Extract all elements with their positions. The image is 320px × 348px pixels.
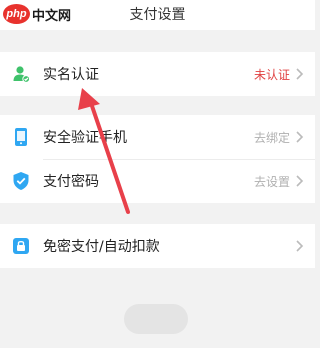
user-verified-icon (11, 64, 31, 84)
chevron-right-icon (295, 238, 305, 254)
row-security-phone[interactable]: 安全验证手机 去绑定 (0, 115, 315, 159)
row-label: 实名认证 (43, 67, 99, 83)
shield-check-icon (11, 171, 31, 191)
row-action-text: 去绑定 (253, 130, 290, 145)
row-label: 安全验证手机 (43, 130, 127, 146)
page-title: 支付设置 (129, 7, 186, 23)
row-password-free-payment[interactable]: 免密支付/自动扣款 (0, 224, 315, 268)
phone-icon (11, 127, 31, 147)
settings-group-identity: 实名认证 未认证 (0, 52, 315, 96)
row-action-text: 去设置 (253, 174, 290, 189)
row-label: 免密支付/自动扣款 (43, 239, 160, 255)
chevron-right-icon (295, 129, 305, 145)
chevron-right-icon (295, 66, 305, 82)
row-label: 支付密码 (43, 174, 99, 190)
bottom-action-button[interactable] (124, 304, 188, 334)
row-real-name-verification[interactable]: 实名认证 未认证 (0, 52, 315, 96)
lock-icon (11, 236, 31, 256)
settings-group-autopay: 免密支付/自动扣款 (0, 224, 315, 268)
settings-group-security: 安全验证手机 去绑定 支付密码 去设置 (0, 115, 315, 203)
row-payment-password[interactable]: 支付密码 去设置 (0, 159, 315, 203)
chevron-right-icon (295, 173, 305, 189)
app-header: php 中文网 支付设置 (0, 0, 315, 30)
verification-status: 未认证 (253, 67, 290, 82)
